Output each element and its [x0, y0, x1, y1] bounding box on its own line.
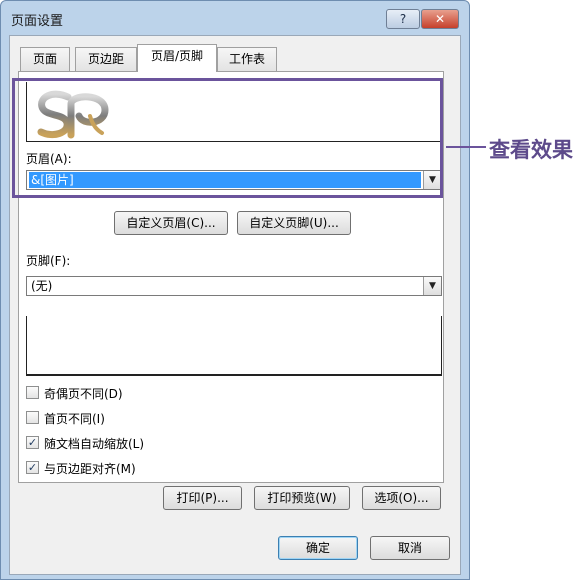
checkbox-unchecked[interactable]	[26, 411, 39, 424]
checkmark-icon[interactable]: ✓	[26, 436, 39, 449]
footer-preview	[26, 316, 442, 376]
print-button[interactable]: 打印(P)...	[163, 486, 242, 510]
custom-footer-button[interactable]: 自定义页脚(U)...	[237, 211, 351, 235]
help-button[interactable]: ?	[386, 9, 420, 29]
tab-sheet[interactable]: 工作表	[217, 47, 277, 71]
close-icon: ✕	[434, 12, 446, 26]
tab-label: 页眉/页脚	[150, 49, 204, 63]
ok-button[interactable]: 确定	[278, 536, 358, 560]
custom-header-button[interactable]: 自定义页眉(C)...	[114, 211, 228, 235]
dropdown-arrow-icon[interactable]: ▼	[423, 277, 441, 295]
print-preview-button[interactable]: 打印预览(W)	[254, 486, 350, 510]
option-label: 与页边距对齐(M)	[44, 462, 136, 476]
tab-label: 页面	[32, 52, 57, 66]
help-icon: ?	[399, 12, 407, 26]
footer-select[interactable]: (无) ▼	[26, 276, 442, 296]
tab-header-footer[interactable]: 页眉/页脚	[137, 44, 217, 72]
option-label: 首页不同(I)	[44, 412, 105, 426]
callout-connector	[446, 146, 486, 148]
cancel-button[interactable]: 取消	[370, 536, 450, 560]
option-label: 随文档自动缩放(L)	[44, 437, 145, 451]
tab-margins[interactable]: 页边距	[75, 47, 137, 71]
close-button[interactable]: ✕	[421, 9, 459, 29]
callout-label: 查看效果	[489, 138, 573, 162]
options-button[interactable]: 选项(O)...	[362, 486, 441, 510]
checkbox-unchecked[interactable]	[26, 386, 39, 399]
footer-label: 页脚(F):	[26, 254, 71, 268]
checkmark-icon[interactable]: ✓	[26, 461, 39, 474]
tab-label: 页边距	[87, 52, 124, 66]
footer-selected-value: (无)	[31, 279, 53, 293]
option-label: 奇偶页不同(D)	[44, 387, 123, 401]
tab-label: 工作表	[228, 52, 265, 66]
highlight-frame	[12, 78, 443, 198]
tab-page[interactable]: 页面	[20, 47, 70, 71]
dialog-title: 页面设置	[11, 14, 64, 29]
title-bar: 页面设置 ? ✕	[1, 1, 469, 35]
